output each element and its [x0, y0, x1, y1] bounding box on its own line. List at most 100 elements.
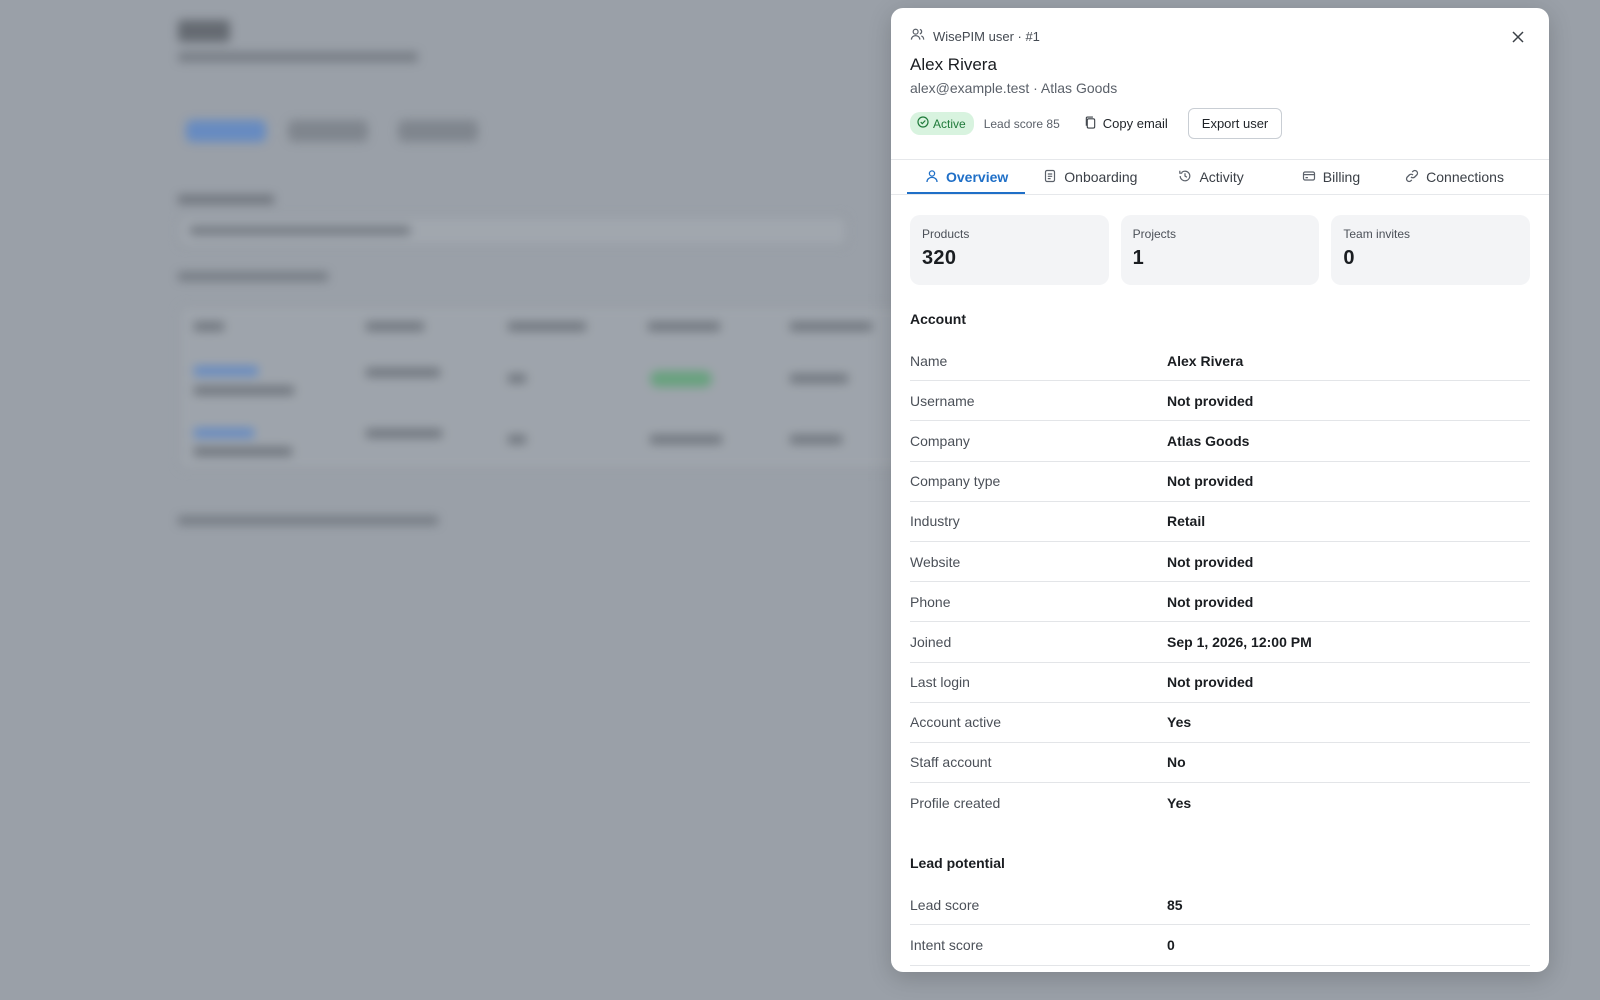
tab-connections[interactable]: Connections — [1405, 160, 1504, 194]
row-label: Profile created — [910, 795, 1001, 812]
bg-row-cell — [366, 368, 440, 377]
bg-tab — [186, 120, 266, 142]
tab-overview-label: Overview — [946, 169, 1009, 185]
row-value: 0 — [1167, 937, 1175, 954]
account-rows: Name Alex Rivera Username Not provided Com… — [910, 341, 1530, 823]
tab-activity[interactable]: Activity — [1178, 160, 1244, 194]
stat-value: 320 — [922, 247, 957, 269]
bg-tab — [288, 120, 368, 142]
row-value: Sep 1, 2026, 12:00 PM — [1167, 633, 1312, 650]
stat-card-products: Products 320 — [910, 215, 1109, 285]
detail-row: Username Not provided — [910, 381, 1530, 422]
detail-row: Website Not provided — [910, 542, 1530, 583]
close-icon — [1511, 30, 1525, 49]
row-value: 85 — [1167, 896, 1183, 913]
row-label: Website — [910, 553, 961, 570]
row-label: Phone — [910, 593, 951, 610]
row-value: Retail — [1167, 513, 1206, 530]
row-value: Yes — [1167, 714, 1192, 731]
row-value: Not provided — [1167, 392, 1254, 409]
bg-result-count — [178, 272, 328, 281]
detail-row: Company Atlas Goods — [910, 421, 1530, 462]
drawer-kicker-text: WisePIM user · #1 — [933, 28, 1040, 44]
stat-label: Projects — [1132, 227, 1177, 241]
bg-row-cell — [366, 429, 442, 438]
link-icon — [1405, 169, 1419, 186]
row-label: Staff account — [910, 754, 992, 771]
row-value: Not provided — [1167, 553, 1254, 570]
bg-row-cell — [790, 374, 848, 383]
user-detail-drawer: WisePIM user · #1 Alex Rivera alex@examp… — [891, 8, 1549, 972]
section-title-account: Account — [910, 311, 966, 327]
row-label: Industry — [910, 513, 960, 530]
header-actions: Active Lead score 85 Copy email Export u… — [910, 108, 1283, 139]
bg-row-cell — [790, 435, 842, 444]
export-user-button[interactable]: Export user — [1187, 108, 1283, 139]
user-icon — [925, 169, 939, 186]
bg-row-link — [194, 428, 254, 438]
tab-billing[interactable]: Billing — [1302, 160, 1360, 194]
check-circle-icon — [917, 116, 929, 131]
tab-onboarding-label: Onboarding — [1064, 169, 1138, 185]
history-icon — [1178, 169, 1192, 186]
detail-row: Joined Sep 1, 2026, 12:00 PM — [910, 622, 1530, 663]
bg-row-cell — [508, 435, 526, 444]
stat-value: 1 — [1132, 247, 1145, 269]
close-button[interactable] — [1506, 27, 1530, 51]
bg-row-link — [194, 366, 258, 376]
row-value: Not provided — [1167, 593, 1254, 610]
status-badge-label: Active — [933, 116, 966, 131]
lead-score-text: Lead score 85 — [983, 116, 1060, 131]
detail-row: Lead score 85 — [910, 885, 1530, 926]
detail-row: Account active Yes — [910, 703, 1530, 743]
stat-value: 0 — [1343, 247, 1355, 269]
tab-billing-label: Billing — [1322, 169, 1361, 185]
drawer-tabs: Overview Onboarding Activity Billing Con… — [891, 159, 1549, 195]
stat-card-team-invites: Team invites 0 — [1331, 215, 1531, 285]
row-label: Intent score — [910, 937, 984, 954]
tab-onboarding[interactable]: Onboarding — [1043, 160, 1137, 194]
bg-row-cell — [194, 386, 294, 395]
detail-row: Last login Not provided — [910, 663, 1530, 703]
tab-overview[interactable]: Overview — [906, 160, 1026, 194]
detail-row: Name Alex Rivera — [910, 341, 1530, 382]
bg-header-cell — [508, 322, 586, 331]
stat-card-projects: Projects 1 — [1120, 215, 1320, 285]
bg-row-cell — [508, 374, 526, 383]
detail-row: Company type Not provided — [910, 462, 1530, 502]
row-label: Name — [910, 352, 948, 369]
bg-row-cell — [194, 447, 292, 456]
detail-row: Phone Not provided — [910, 582, 1530, 623]
row-label: Last login — [910, 674, 970, 691]
overview-content: Products 320 Projects 1 Team invites 0 A… — [910, 215, 1531, 966]
detail-row: Staff account No — [910, 743, 1530, 784]
section-title-lead-potential: Lead potential — [910, 855, 1005, 872]
detail-row: Intent score 0 — [910, 925, 1530, 966]
user-subtitle: alex@example.test · Atlas Goods — [910, 80, 1118, 96]
row-value: Not provided — [1167, 674, 1254, 691]
detail-row: Industry Retail — [910, 502, 1530, 542]
row-value: Not provided — [1167, 473, 1254, 490]
lead-rows: Lead score 85 Intent score 0 — [910, 885, 1530, 966]
users-icon — [910, 27, 925, 45]
copy-email-label: Copy email — [1102, 116, 1168, 131]
row-label: Username — [910, 392, 975, 409]
status-badge: Active — [910, 112, 974, 135]
copy-icon — [1084, 115, 1097, 132]
row-value: No — [1167, 754, 1186, 771]
bg-header-cell — [790, 322, 872, 331]
document-icon — [1043, 169, 1057, 186]
drawer-header: WisePIM user · #1 Alex Rivera alex@examp… — [891, 8, 1549, 159]
tab-activity-label: Activity — [1199, 169, 1244, 185]
row-label: Company type — [910, 473, 1001, 490]
bg-header-cell — [194, 322, 224, 331]
row-label: Lead score — [910, 896, 980, 913]
bg-row-cell — [650, 435, 722, 444]
copy-email-button[interactable]: Copy email — [1076, 112, 1176, 136]
bg-header-cell — [366, 322, 424, 331]
bg-search-placeholder — [190, 226, 410, 235]
bg-search-label — [178, 195, 274, 204]
bg-page-title — [178, 20, 230, 42]
stat-label: Products — [922, 227, 970, 241]
bg-page-subtitle — [178, 52, 418, 62]
